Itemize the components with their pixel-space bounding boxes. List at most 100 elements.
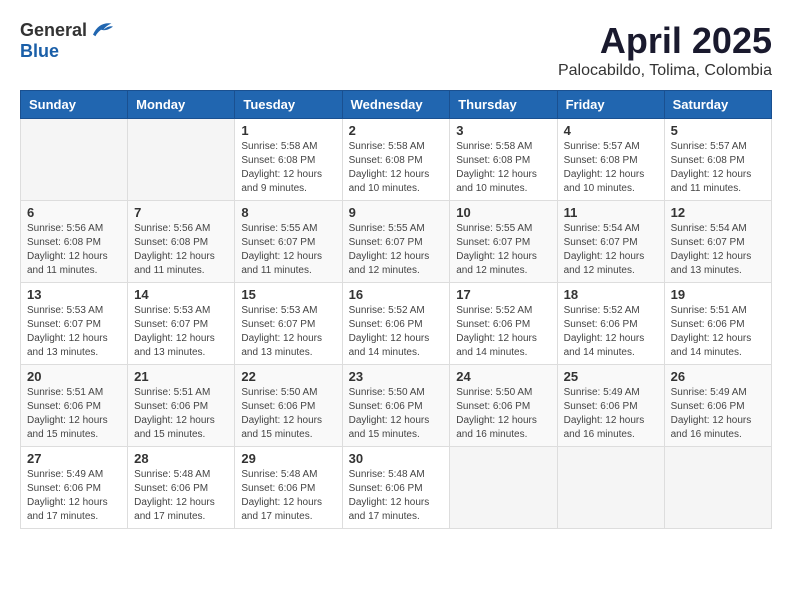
- calendar-header-row: SundayMondayTuesdayWednesdayThursdayFrid…: [21, 91, 772, 119]
- day-info: Sunrise: 5:49 AMSunset: 6:06 PMDaylight:…: [671, 386, 765, 442]
- weekday-header: Tuesday: [235, 91, 342, 119]
- calendar-cell: 19Sunrise: 5:51 AMSunset: 6:06 PMDayligh…: [664, 283, 771, 365]
- day-info: Sunrise: 5:58 AMSunset: 6:08 PMDaylight:…: [456, 140, 550, 196]
- calendar-cell: 5 Sunrise: 5:57 AMSunset: 6:08 PMDaylight…: [664, 119, 771, 201]
- day-number: 25: [564, 369, 658, 384]
- calendar-cell: 17 Sunrise: 5:52 AMSunset: 6:06 PMDayligh…: [450, 283, 557, 365]
- calendar-cell: 12Sunrise: 5:54 AMSunset: 6:07 PMDayligh…: [664, 201, 771, 283]
- day-info: Sunrise: 5:48 AMSunset: 6:06 PMDaylight:…: [241, 468, 335, 524]
- month-title: April 2025: [558, 20, 772, 62]
- day-number: 19: [671, 287, 765, 302]
- calendar-cell: 6 Sunrise: 5:56 AMSunset: 6:08 PMDaylight…: [21, 201, 128, 283]
- day-info: Sunrise: 5:53 AMSunset: 6:07 PMDaylight:…: [241, 304, 335, 360]
- day-info: Sunrise: 5:50 AMSunset: 6:06 PMDaylight:…: [349, 386, 444, 442]
- calendar-cell: 25 Sunrise: 5:49 AMSunset: 6:06 PMDayligh…: [557, 365, 664, 447]
- day-number: 23: [349, 369, 444, 384]
- logo-general-text: General: [20, 20, 87, 41]
- calendar-cell: 28 Sunrise: 5:48 AMSunset: 6:06 PMDayligh…: [128, 447, 235, 529]
- weekday-header: Sunday: [21, 91, 128, 119]
- day-number: 5: [671, 123, 765, 138]
- weekday-header: Saturday: [664, 91, 771, 119]
- day-info: Sunrise: 5:56 AMSunset: 6:08 PMDaylight:…: [134, 222, 228, 278]
- calendar-cell: 13 Sunrise: 5:53 AMSunset: 6:07 PMDayligh…: [21, 283, 128, 365]
- day-info: Sunrise: 5:54 AMSunset: 6:07 PMDaylight:…: [671, 222, 765, 278]
- day-number: 4: [564, 123, 658, 138]
- calendar-cell: 23 Sunrise: 5:50 AMSunset: 6:06 PMDayligh…: [342, 365, 450, 447]
- day-info: Sunrise: 5:55 AMSunset: 6:07 PMDaylight:…: [349, 222, 444, 278]
- calendar-cell: 7 Sunrise: 5:56 AMSunset: 6:08 PMDaylight…: [128, 201, 235, 283]
- day-info: Sunrise: 5:48 AMSunset: 6:06 PMDaylight:…: [349, 468, 444, 524]
- logo-blue-text: Blue: [20, 41, 59, 62]
- day-number: 6: [27, 205, 121, 220]
- day-number: 2: [349, 123, 444, 138]
- day-info: Sunrise: 5:49 AMSunset: 6:06 PMDaylight:…: [27, 468, 121, 524]
- day-number: 16: [349, 287, 444, 302]
- day-info: Sunrise: 5:51 AMSunset: 6:06 PMDaylight:…: [27, 386, 121, 442]
- calendar-cell: [21, 119, 128, 201]
- day-number: 7: [134, 205, 228, 220]
- day-number: 10: [456, 205, 550, 220]
- calendar-cell: 30 Sunrise: 5:48 AMSunset: 6:06 PMDayligh…: [342, 447, 450, 529]
- calendar-cell: 8Sunrise: 5:55 AMSunset: 6:07 PMDaylight…: [235, 201, 342, 283]
- day-number: 27: [27, 451, 121, 466]
- calendar-week-row: 1 Sunrise: 5:58 AMSunset: 6:08 PMDaylight…: [21, 119, 772, 201]
- calendar-cell: [557, 447, 664, 529]
- calendar-cell: 14 Sunrise: 5:53 AMSunset: 6:07 PMDayligh…: [128, 283, 235, 365]
- day-info: Sunrise: 5:48 AMSunset: 6:06 PMDaylight:…: [134, 468, 228, 524]
- day-number: 3: [456, 123, 550, 138]
- day-number: 26: [671, 369, 765, 384]
- day-number: 17: [456, 287, 550, 302]
- day-number: 9: [349, 205, 444, 220]
- calendar-week-row: 20 Sunrise: 5:51 AMSunset: 6:06 PMDayligh…: [21, 365, 772, 447]
- day-number: 11: [564, 205, 658, 220]
- calendar-cell: [664, 447, 771, 529]
- calendar-week-row: 27 Sunrise: 5:49 AMSunset: 6:06 PMDayligh…: [21, 447, 772, 529]
- day-info: Sunrise: 5:56 AMSunset: 6:08 PMDaylight:…: [27, 222, 121, 278]
- weekday-header: Thursday: [450, 91, 557, 119]
- weekday-header: Monday: [128, 91, 235, 119]
- day-info: Sunrise: 5:58 AMSunset: 6:08 PMDaylight:…: [349, 140, 444, 196]
- day-info: Sunrise: 5:51 AMSunset: 6:06 PMDaylight:…: [134, 386, 228, 442]
- day-info: Sunrise: 5:54 AMSunset: 6:07 PMDaylight:…: [564, 222, 658, 278]
- calendar-cell: 15Sunrise: 5:53 AMSunset: 6:07 PMDayligh…: [235, 283, 342, 365]
- calendar-cell: 1 Sunrise: 5:58 AMSunset: 6:08 PMDaylight…: [235, 119, 342, 201]
- calendar-cell: [128, 119, 235, 201]
- day-info: Sunrise: 5:55 AMSunset: 6:07 PMDaylight:…: [241, 222, 335, 278]
- day-number: 22: [241, 369, 335, 384]
- calendar-week-row: 13 Sunrise: 5:53 AMSunset: 6:07 PMDayligh…: [21, 283, 772, 365]
- calendar-cell: 20 Sunrise: 5:51 AMSunset: 6:06 PMDayligh…: [21, 365, 128, 447]
- title-area: April 2025 Palocabildo, Tolima, Colombia: [558, 20, 772, 80]
- day-number: 24: [456, 369, 550, 384]
- logo: General Blue: [20, 20, 113, 62]
- day-number: 13: [27, 287, 121, 302]
- day-info: Sunrise: 5:50 AMSunset: 6:06 PMDaylight:…: [241, 386, 335, 442]
- calendar-cell: 29Sunrise: 5:48 AMSunset: 6:06 PMDayligh…: [235, 447, 342, 529]
- day-info: Sunrise: 5:58 AMSunset: 6:08 PMDaylight:…: [241, 140, 335, 196]
- day-info: Sunrise: 5:53 AMSunset: 6:07 PMDaylight:…: [134, 304, 228, 360]
- day-info: Sunrise: 5:49 AMSunset: 6:06 PMDaylight:…: [564, 386, 658, 442]
- calendar-cell: 11 Sunrise: 5:54 AMSunset: 6:07 PMDayligh…: [557, 201, 664, 283]
- day-info: Sunrise: 5:55 AMSunset: 6:07 PMDaylight:…: [456, 222, 550, 278]
- day-number: 1: [241, 123, 335, 138]
- calendar-cell: 18Sunrise: 5:52 AMSunset: 6:06 PMDayligh…: [557, 283, 664, 365]
- calendar-cell: 10 Sunrise: 5:55 AMSunset: 6:07 PMDayligh…: [450, 201, 557, 283]
- weekday-header: Friday: [557, 91, 664, 119]
- calendar-cell: 27 Sunrise: 5:49 AMSunset: 6:06 PMDayligh…: [21, 447, 128, 529]
- day-info: Sunrise: 5:57 AMSunset: 6:08 PMDaylight:…: [671, 140, 765, 196]
- day-number: 30: [349, 451, 444, 466]
- day-number: 28: [134, 451, 228, 466]
- day-info: Sunrise: 5:52 AMSunset: 6:06 PMDaylight:…: [456, 304, 550, 360]
- calendar-cell: 3 Sunrise: 5:58 AMSunset: 6:08 PMDaylight…: [450, 119, 557, 201]
- day-info: Sunrise: 5:53 AMSunset: 6:07 PMDaylight:…: [27, 304, 121, 360]
- logo-bird-icon: [89, 20, 113, 38]
- calendar-cell: 16 Sunrise: 5:52 AMSunset: 6:06 PMDayligh…: [342, 283, 450, 365]
- calendar-cell: 21 Sunrise: 5:51 AMSunset: 6:06 PMDayligh…: [128, 365, 235, 447]
- calendar-cell: 9 Sunrise: 5:55 AMSunset: 6:07 PMDaylight…: [342, 201, 450, 283]
- day-info: Sunrise: 5:52 AMSunset: 6:06 PMDaylight:…: [349, 304, 444, 360]
- calendar-week-row: 6 Sunrise: 5:56 AMSunset: 6:08 PMDaylight…: [21, 201, 772, 283]
- day-number: 14: [134, 287, 228, 302]
- calendar-cell: 24Sunrise: 5:50 AMSunset: 6:06 PMDayligh…: [450, 365, 557, 447]
- day-number: 20: [27, 369, 121, 384]
- location-title: Palocabildo, Tolima, Colombia: [558, 62, 772, 80]
- day-number: 21: [134, 369, 228, 384]
